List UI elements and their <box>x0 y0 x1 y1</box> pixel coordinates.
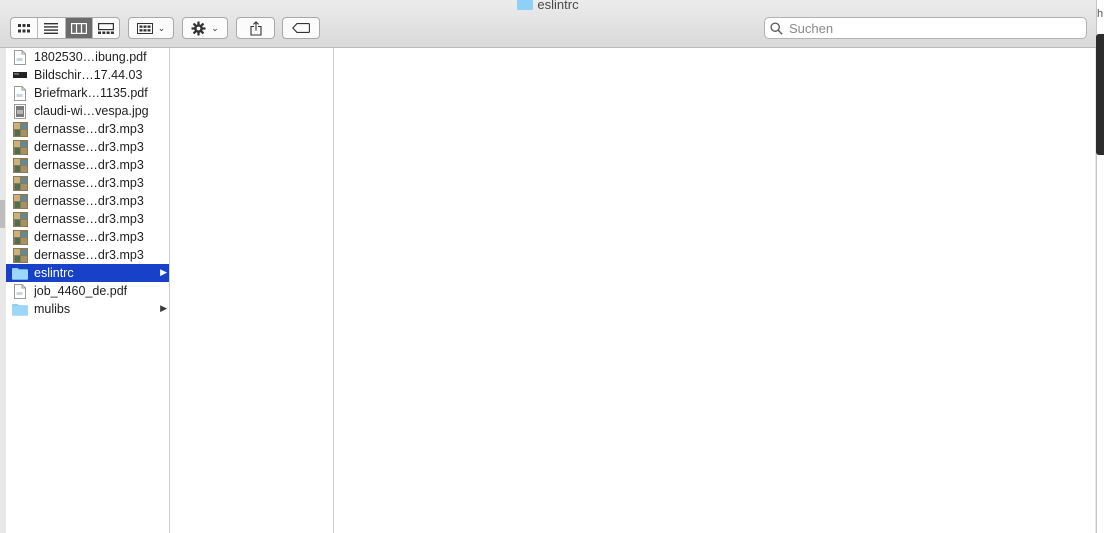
search-input[interactable] <box>787 19 1071 37</box>
list-icon <box>44 22 59 34</box>
file-item-label: dernasse…dr3.mp3 <box>34 248 144 262</box>
file-item-label: mulibs <box>34 302 71 316</box>
window-shadow-edge <box>0 200 5 228</box>
background-scrollbar-thumb <box>1096 34 1104 155</box>
mp3-file-icon <box>12 175 28 191</box>
mp3-file-icon <box>12 229 28 245</box>
file-item-label: 1802530…ibung.pdf <box>34 50 147 64</box>
disclosure-arrow-icon: ▶ <box>160 267 167 277</box>
list-view-button[interactable] <box>38 18 66 38</box>
column-browser: 1802530…ibung.pdf Bildschir…17.44.03 Brief… <box>6 48 1095 533</box>
mp3-file-icon <box>12 193 28 209</box>
gear-icon <box>191 20 206 36</box>
mp3-file-icon <box>12 211 28 227</box>
file-item[interactable]: Bildschir…17.44.03 <box>6 66 169 84</box>
file-item-label: dernasse…dr3.mp3 <box>34 230 144 244</box>
mp3-file-icon <box>12 157 28 173</box>
file-item[interactable]: dernasse…dr3.mp3 <box>6 192 169 210</box>
folder-icon <box>12 266 28 281</box>
group-grid-icon <box>136 22 153 34</box>
file-item-label: Briefmark…1135.pdf <box>34 86 148 100</box>
group-button[interactable]: ⌄ <box>128 17 174 39</box>
mp3-file-icon <box>12 247 28 263</box>
window-title-label: eslintrc <box>537 0 579 12</box>
columns-icon <box>70 22 87 34</box>
search-icon <box>770 21 783 35</box>
chevron-down-icon: ⌄ <box>157 22 166 33</box>
folder-icon <box>12 302 28 317</box>
column-2[interactable] <box>170 48 334 533</box>
file-item[interactable]: Briefmark…1135.pdf <box>6 84 169 102</box>
pdf-file-icon <box>12 85 28 101</box>
window-toolbar: eslintrc ⌄ ⌄ Suchen <box>0 0 1096 48</box>
mp3-file-icon <box>12 121 28 137</box>
file-item-label: claudi-wi…vespa.jpg <box>34 104 149 118</box>
file-item[interactable]: dernasse…dr3.mp3 <box>6 138 169 156</box>
file-item-label: eslintrc <box>34 266 74 280</box>
preview-column <box>334 48 1095 533</box>
file-item[interactable]: dernasse…dr3.mp3 <box>6 156 169 174</box>
column-view-button[interactable] <box>65 18 93 38</box>
file-item[interactable]: dernasse…dr3.mp3 <box>6 228 169 246</box>
gallery-view-button[interactable] <box>93 18 119 38</box>
chevron-down-icon: ⌄ <box>211 22 219 33</box>
search-field[interactable] <box>764 17 1087 39</box>
tag-button[interactable] <box>282 17 320 39</box>
file-item[interactable]: dernasse…dr3.mp3 <box>6 120 169 138</box>
file-item-label: dernasse…dr3.mp3 <box>34 194 144 208</box>
folder-item[interactable]: eslintrc ▶ <box>6 264 169 282</box>
share-button[interactable] <box>236 17 275 39</box>
column-1[interactable]: 1802530…ibung.pdf Bildschir…17.44.03 Brief… <box>6 48 170 533</box>
file-item[interactable]: job_4460_de.pdf <box>6 282 169 300</box>
icon-view-button[interactable] <box>11 18 39 38</box>
screenshot-file-icon <box>12 68 28 83</box>
file-item-label: Bildschir…17.44.03 <box>34 68 143 82</box>
file-item-label: job_4460_de.pdf <box>34 284 128 298</box>
file-item-label: dernasse…dr3.mp3 <box>34 176 144 190</box>
pdf-file-icon <box>12 49 28 65</box>
file-item[interactable]: 1802530…ibung.pdf <box>6 48 169 66</box>
folder-item[interactable]: mulibs ▶ <box>6 300 169 318</box>
tag-icon <box>292 23 310 33</box>
gallery-icon <box>97 22 114 34</box>
file-item[interactable]: dernasse…dr3.mp3 <box>6 174 169 192</box>
file-item[interactable]: dernasse…dr3.mp3 <box>6 246 169 264</box>
action-button[interactable]: ⌄ <box>182 17 228 39</box>
disclosure-arrow-icon: ▶ <box>160 303 167 313</box>
jpg-file-icon <box>12 103 28 119</box>
view-mode-switcher <box>10 17 120 39</box>
file-item[interactable]: claudi-wi…vespa.jpg <box>6 102 169 120</box>
file-item-label: dernasse…dr3.mp3 <box>34 158 144 172</box>
share-icon <box>249 20 262 36</box>
grid-icon <box>18 23 31 32</box>
file-item-label: dernasse…dr3.mp3 <box>34 140 144 154</box>
file-item[interactable]: dernasse…dr3.mp3 <box>6 210 169 228</box>
mp3-file-icon <box>12 139 28 155</box>
pdf-file-icon <box>12 283 28 299</box>
background-window-text: h <box>1097 8 1104 20</box>
file-item-label: dernasse…dr3.mp3 <box>34 212 144 226</box>
folder-icon <box>517 0 534 10</box>
window-title: eslintrc <box>0 0 1096 13</box>
file-item-label: dernasse…dr3.mp3 <box>34 122 144 136</box>
